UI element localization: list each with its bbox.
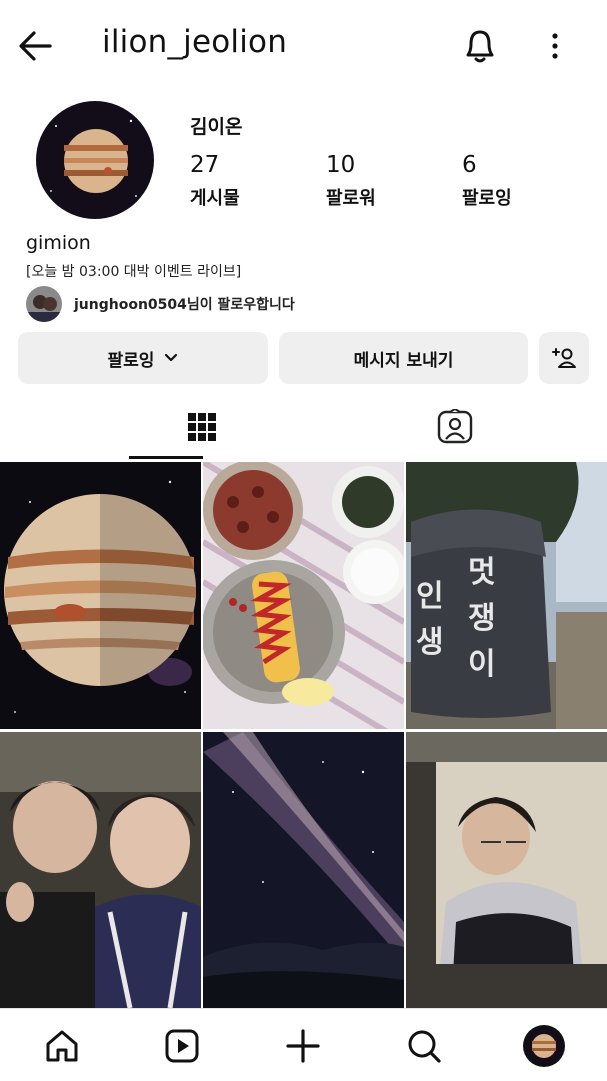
profile-username: ilion_jeolion <box>102 24 288 60</box>
stone-sign-left-text: 인 생 <box>416 579 444 660</box>
post-thumbnail[interactable] <box>0 462 201 729</box>
profile-handle: gimion <box>26 232 91 254</box>
home-icon <box>44 1028 80 1064</box>
post-thumbnail[interactable] <box>203 462 404 729</box>
post-thumbnail[interactable] <box>406 732 607 1008</box>
tab-tagged[interactable] <box>354 396 556 458</box>
bottom-navigation <box>0 1008 607 1081</box>
profile-avatar[interactable] <box>36 101 154 219</box>
tagged-person-icon <box>437 409 473 445</box>
message-button[interactable]: 메시지 보내기 <box>279 332 528 384</box>
stone-sign-right-text: 멋 쟁 이 <box>468 555 496 682</box>
top-bar: ilion_jeolion <box>0 0 607 90</box>
following-button[interactable]: 팔로잉 <box>18 332 268 384</box>
following-stat[interactable]: 6 팔로잉 <box>462 152 512 210</box>
following-count: 6 <box>462 152 477 178</box>
profile-bio: [오늘 밤 03:00 대박 이벤트 라이브] <box>26 264 242 280</box>
back-arrow-icon[interactable] <box>16 26 56 66</box>
post-thumbnail[interactable]: 인 생 멋 쟁 이 <box>406 462 607 729</box>
reels-icon <box>164 1028 200 1064</box>
following-button-label: 팔로잉 <box>107 350 155 371</box>
followers-stat[interactable]: 10 팔로워 <box>326 152 376 210</box>
post-thumbnail[interactable] <box>0 732 201 1008</box>
nav-home[interactable] <box>34 1021 90 1071</box>
chevron-down-icon <box>164 353 178 363</box>
display-name: 김이온 <box>190 116 243 138</box>
posts-count: 27 <box>190 152 220 178</box>
more-vertical-icon[interactable] <box>540 26 570 66</box>
posts-stat[interactable]: 27 게시물 <box>190 152 240 210</box>
followed-by-text: junghoon0504님이 팔로우합니다 <box>74 297 295 313</box>
nav-search[interactable] <box>396 1021 452 1071</box>
create-plus-icon <box>285 1028 321 1064</box>
post-thumbnail[interactable] <box>203 732 404 1008</box>
followers-count: 10 <box>326 152 356 178</box>
bell-icon[interactable] <box>460 24 500 66</box>
nav-create[interactable] <box>275 1021 331 1071</box>
nav-reels[interactable] <box>154 1021 210 1071</box>
profile-tabs <box>0 396 607 460</box>
posts-label: 게시물 <box>190 188 240 209</box>
followed-by-row[interactable]: junghoon0504님이 팔로우합니다 <box>26 286 426 322</box>
profile-avatar-icon <box>522 1024 566 1068</box>
add-person-icon <box>551 346 577 370</box>
nav-profile[interactable] <box>516 1021 572 1071</box>
add-person-button[interactable] <box>539 332 589 384</box>
followers-label: 팔로워 <box>326 188 376 209</box>
following-label: 팔로잉 <box>462 188 512 209</box>
selected-tab-indicator <box>129 456 203 459</box>
follower-avatar <box>26 286 62 322</box>
search-icon <box>406 1028 442 1064</box>
grid-icon <box>187 412 217 442</box>
tab-posts-grid[interactable] <box>101 396 303 458</box>
post-grid: 인 생 멋 쟁 이 <box>0 462 607 1008</box>
